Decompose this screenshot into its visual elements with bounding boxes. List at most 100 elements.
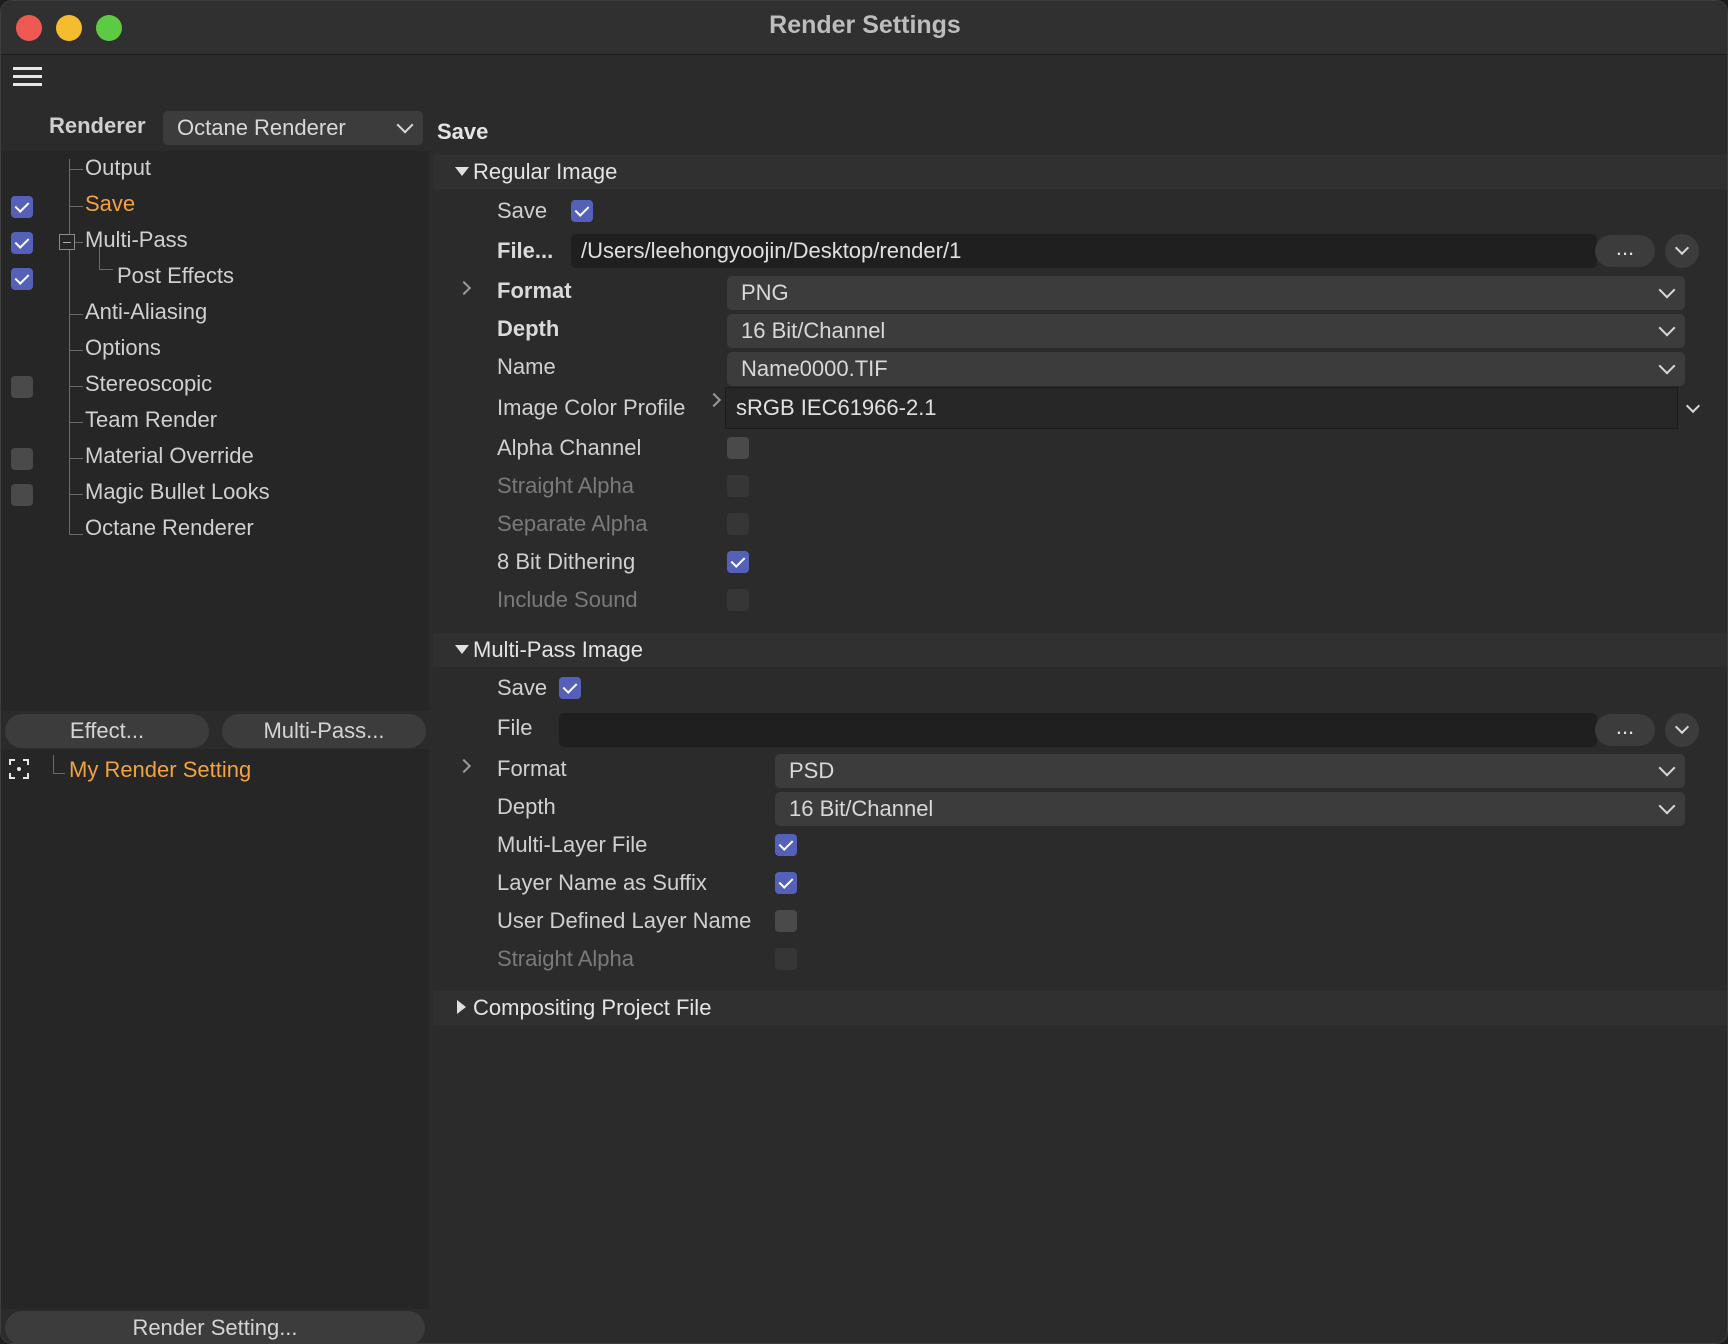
- renderer-dropdown[interactable]: Octane Renderer: [163, 111, 423, 145]
- regular-save-checkbox[interactable]: [571, 200, 593, 222]
- tree-connector: [69, 386, 83, 387]
- tree-connector: [99, 269, 113, 270]
- chevron-right-icon[interactable]: [456, 280, 472, 296]
- tree-item-octane-renderer[interactable]: Octane Renderer: [85, 515, 254, 541]
- tree-connector: [69, 494, 83, 495]
- user-defined-layer-name-checkbox[interactable]: [775, 910, 797, 932]
- multi-layer-file-checkbox[interactable]: [775, 834, 797, 856]
- effect-button[interactable]: Effect...: [5, 714, 209, 748]
- alpha-channel-checkbox[interactable]: [727, 437, 749, 459]
- multipass-save-checkbox[interactable]: [559, 677, 581, 699]
- multipass-file-input[interactable]: [559, 713, 1597, 747]
- include-sound-checkbox[interactable]: [727, 589, 749, 611]
- multipass-button[interactable]: Multi-Pass...: [222, 714, 426, 748]
- regular-file-input[interactable]: /Users/leehongyoojin/Desktop/render/1: [571, 234, 1597, 268]
- depth-value: 16 Bit/Channel: [741, 318, 886, 343]
- format-dropdown[interactable]: PNG: [727, 276, 1685, 310]
- tree-connector: [69, 206, 83, 207]
- tree-item-team-render[interactable]: Team Render: [85, 407, 217, 433]
- tree-item-save[interactable]: Save: [85, 191, 135, 217]
- name-dropdown[interactable]: Name0000.TIF: [727, 352, 1685, 386]
- file-label: File: [497, 715, 533, 740]
- layer-name-suffix-checkbox[interactable]: [775, 872, 797, 894]
- chevron-right-icon[interactable]: [456, 758, 472, 774]
- file-options-button[interactable]: [1665, 234, 1699, 268]
- tree-item-stereoscopic[interactable]: Stereoscopic: [85, 371, 212, 397]
- chevron-right-icon[interactable]: [706, 392, 722, 408]
- straight-alpha-label: Straight Alpha: [497, 946, 634, 971]
- chevron-down-icon: [396, 116, 414, 134]
- tree-item-magic-bullet-looks[interactable]: Magic Bullet Looks: [85, 479, 270, 505]
- section-title: Regular Image: [473, 159, 618, 184]
- settings-tree: Output Save Multi-Pass Post Effects Anti…: [1, 151, 429, 711]
- render-setting-item[interactable]: My Render Setting: [69, 757, 251, 783]
- depth-dropdown[interactable]: 16 Bit/Channel: [727, 314, 1685, 348]
- name-value: Name0000.TIF: [741, 356, 888, 381]
- settings-sidebar: Renderer Octane Renderer Output Save Mul…: [1, 101, 429, 1343]
- browse-button[interactable]: ...: [1595, 235, 1655, 267]
- tree-connector: [69, 159, 70, 535]
- multipass-format-dropdown[interactable]: PSD: [775, 754, 1685, 788]
- title-bar: Render Settings: [1, 1, 1727, 55]
- alpha-channel-label: Alpha Channel: [497, 435, 642, 460]
- triangle-right-icon: [457, 1000, 466, 1014]
- multi-pass-image-section[interactable]: Multi-Pass Image: [433, 633, 1727, 667]
- save-settings-panel: Save Regular Image Save File... /Users/l…: [433, 101, 1727, 1343]
- compositing-project-file-section[interactable]: Compositing Project File: [433, 991, 1727, 1025]
- include-sound-label: Include Sound: [497, 587, 638, 612]
- browse-button[interactable]: ...: [1595, 714, 1655, 746]
- depth-label: Depth: [497, 316, 560, 341]
- tree-item-options[interactable]: Options: [85, 335, 161, 361]
- multipass-enable-checkbox[interactable]: [11, 232, 33, 254]
- tree-connector: [75, 242, 83, 243]
- dithering-label: 8 Bit Dithering: [497, 549, 636, 574]
- chevron-down-icon: [1658, 319, 1676, 337]
- hamburger-menu-icon[interactable]: [13, 65, 43, 89]
- focus-target-icon[interactable]: [9, 759, 29, 779]
- tree-item-post-effects[interactable]: Post Effects: [117, 263, 234, 289]
- tree-item-anti-aliasing[interactable]: Anti-Aliasing: [85, 299, 207, 325]
- file-options-button[interactable]: [1665, 713, 1699, 747]
- section-title: Multi-Pass Image: [473, 637, 643, 662]
- collapse-icon[interactable]: [59, 234, 75, 250]
- triangle-down-icon: [455, 167, 469, 176]
- dithering-checkbox[interactable]: [727, 551, 749, 573]
- layer-name-suffix-label: Layer Name as Suffix: [497, 870, 707, 895]
- multipass-depth-dropdown[interactable]: 16 Bit/Channel: [775, 792, 1685, 826]
- tree-connector: [53, 773, 65, 774]
- chevron-down-icon[interactable]: [1685, 398, 1701, 414]
- image-color-profile-label: Image Color Profile: [497, 395, 686, 420]
- post-effects-enable-checkbox[interactable]: [11, 268, 33, 290]
- render-setting-button[interactable]: Render Setting...: [5, 1311, 425, 1343]
- format-value: PNG: [741, 280, 789, 305]
- tree-item-material-override[interactable]: Material Override: [85, 443, 254, 469]
- page-title: Save: [437, 119, 489, 144]
- tree-connector: [69, 422, 83, 423]
- format-label: Format: [497, 756, 567, 781]
- regular-image-section[interactable]: Regular Image: [433, 155, 1727, 189]
- tree-connector: [69, 350, 83, 351]
- material-override-enable-checkbox[interactable]: [11, 448, 33, 470]
- stereoscopic-enable-checkbox[interactable]: [11, 376, 33, 398]
- separate-alpha-checkbox[interactable]: [727, 513, 749, 535]
- tree-connector: [69, 534, 83, 535]
- tree-item-output[interactable]: Output: [85, 155, 151, 181]
- straight-alpha-label: Straight Alpha: [497, 473, 634, 498]
- tree-item-multi-pass[interactable]: Multi-Pass: [85, 227, 188, 253]
- render-settings-list: My Render Setting: [1, 749, 429, 1309]
- tree-connector: [69, 169, 83, 170]
- triangle-down-icon: [455, 645, 469, 654]
- file-label[interactable]: File...: [497, 238, 553, 264]
- renderer-label: Renderer: [49, 113, 146, 138]
- save-enable-checkbox[interactable]: [11, 196, 33, 218]
- depth-value: 16 Bit/Channel: [789, 796, 934, 821]
- save-label: Save: [497, 675, 548, 700]
- multipass-straight-alpha-checkbox[interactable]: [775, 948, 797, 970]
- user-defined-layer-name-label: User Defined Layer Name: [497, 908, 752, 933]
- multi-layer-file-label: Multi-Layer File: [497, 832, 648, 857]
- magic-bullet-enable-checkbox[interactable]: [11, 484, 33, 506]
- file-path: /Users/leehongyoojin/Desktop/render/1: [581, 238, 962, 263]
- straight-alpha-checkbox[interactable]: [727, 475, 749, 497]
- color-profile-field[interactable]: sRGB IEC61966-2.1: [725, 387, 1678, 429]
- chevron-down-icon: [1658, 357, 1676, 375]
